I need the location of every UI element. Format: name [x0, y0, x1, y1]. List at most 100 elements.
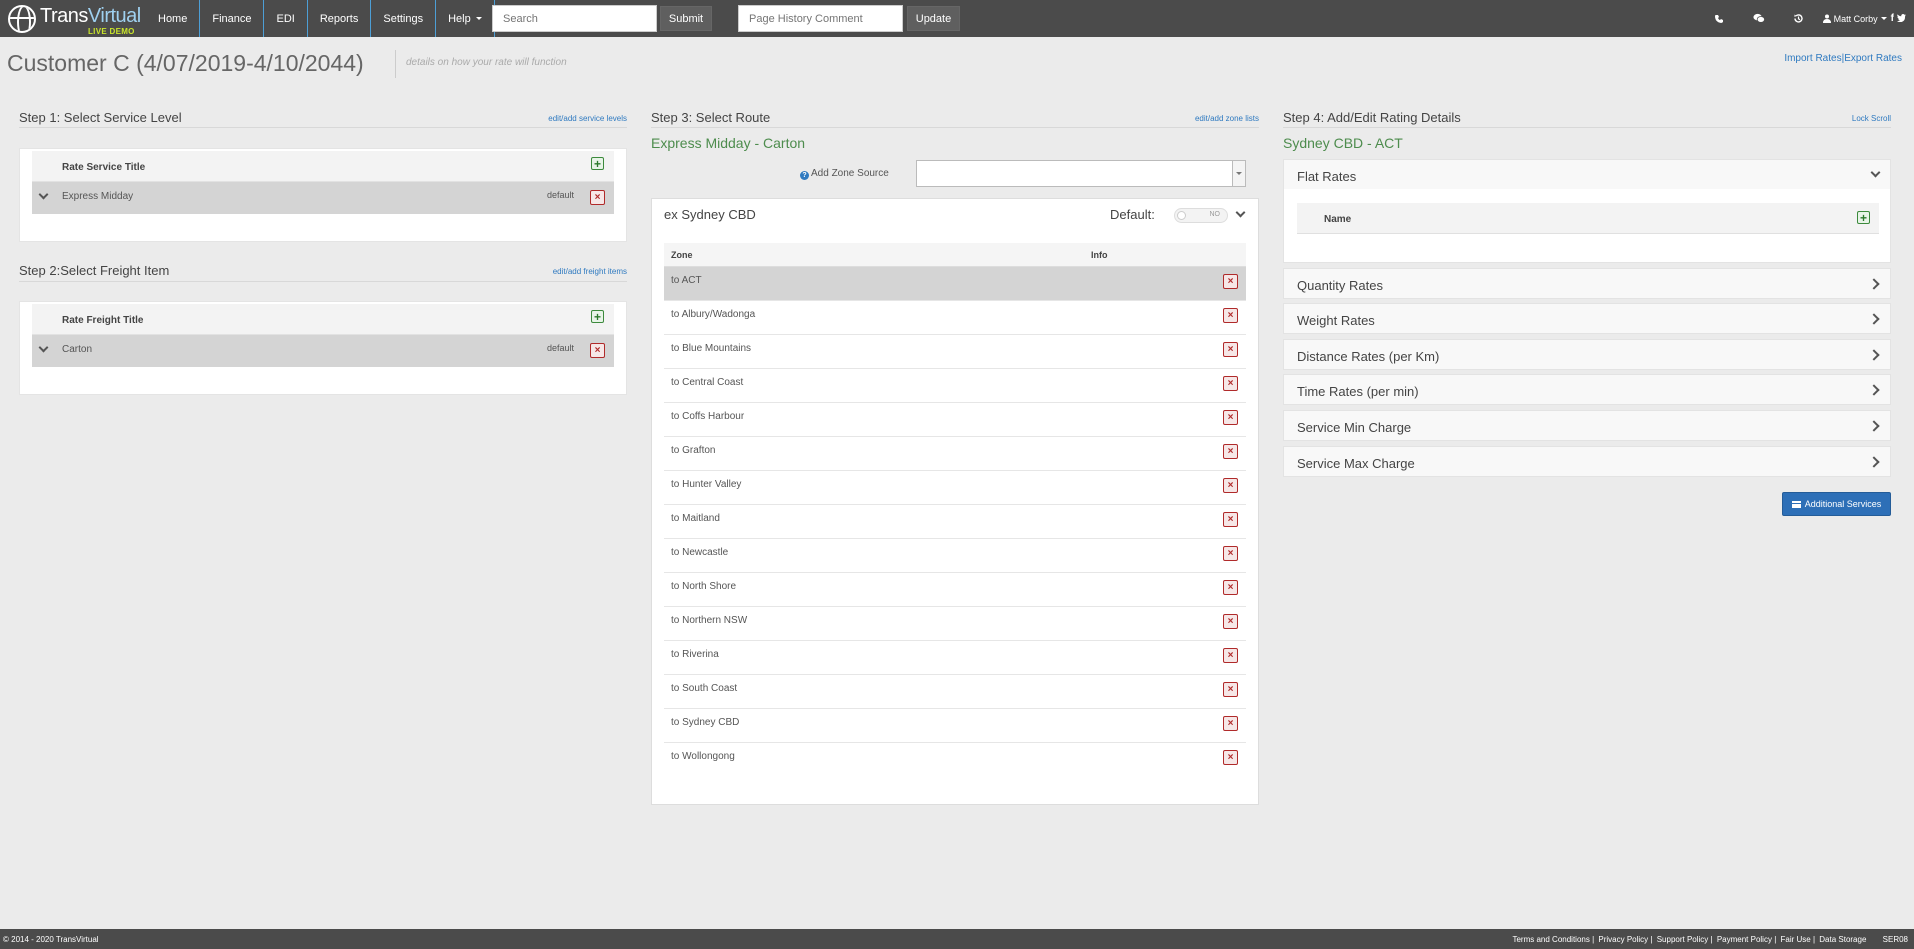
fair-use-link[interactable]: Fair Use	[1781, 935, 1811, 944]
logo-virtual-text: Virtual	[87, 5, 141, 27]
delete-zone-button[interactable]: ×	[1223, 580, 1238, 595]
default-toggle[interactable]: NO	[1174, 208, 1228, 223]
update-button[interactable]: Update	[907, 6, 960, 31]
delete-zone-button[interactable]: ×	[1223, 648, 1238, 663]
distance-rates-section[interactable]: Distance Rates (per Km)	[1283, 339, 1891, 370]
delete-service-button[interactable]: ×	[590, 190, 605, 205]
footer: © 2014 - 2020 TransVirtual Terms and Con…	[0, 929, 1914, 949]
delete-zone-button[interactable]: ×	[1223, 274, 1238, 289]
delete-zone-button[interactable]: ×	[1223, 614, 1238, 629]
info-column-header: Info	[1091, 250, 1108, 260]
add-service-button[interactable]: +	[591, 157, 604, 170]
chevron-right-icon[interactable]	[1868, 349, 1880, 361]
add-flat-rate-button[interactable]: +	[1857, 211, 1870, 224]
page-history-comment-input[interactable]	[738, 5, 903, 32]
step2-divider	[19, 281, 627, 282]
zone-row[interactable]: to ACT ×	[664, 267, 1246, 301]
chevron-down-icon[interactable]	[38, 189, 49, 200]
help-icon[interactable]: ?	[800, 171, 809, 180]
zone-row[interactable]: to Northern NSW ×	[664, 607, 1246, 641]
service-level-name: Express Midday	[62, 191, 134, 202]
delete-zone-button[interactable]: ×	[1223, 546, 1238, 561]
chat-icon[interactable]	[1753, 13, 1765, 25]
privacy-link[interactable]: Privacy Policy	[1598, 935, 1648, 944]
zone-row[interactable]: to Grafton ×	[664, 437, 1246, 471]
service-level-row[interactable]: Express Midday default ×	[32, 182, 614, 214]
nav-home[interactable]: Home	[146, 0, 199, 37]
delete-zone-button[interactable]: ×	[1223, 512, 1238, 527]
delete-zone-button[interactable]: ×	[1223, 682, 1238, 697]
edit-freight-items-link[interactable]: edit/add freight items	[500, 267, 627, 276]
edit-zone-lists-link[interactable]: edit/add zone lists	[1130, 114, 1259, 123]
delete-zone-button[interactable]: ×	[1223, 342, 1238, 357]
zone-row[interactable]: to Coffs Harbour ×	[664, 403, 1246, 437]
live-demo-label: LIVE DEMO	[88, 27, 135, 36]
export-rates-link[interactable]: Export Rates	[1844, 53, 1902, 64]
delete-zone-button[interactable]: ×	[1223, 376, 1238, 391]
chevron-down-icon[interactable]	[1870, 167, 1881, 178]
service-max-charge-section[interactable]: Service Max Charge	[1283, 446, 1891, 477]
payment-link[interactable]: Payment Policy	[1717, 935, 1772, 944]
zone-row[interactable]: to Newcastle ×	[664, 539, 1246, 573]
zone-row[interactable]: to Hunter Valley ×	[664, 471, 1246, 505]
chevron-right-icon[interactable]	[1868, 384, 1880, 396]
chevron-right-icon[interactable]	[1868, 278, 1880, 290]
nav-reports[interactable]: Reports	[306, 0, 371, 37]
zone-row[interactable]: to Blue Mountains ×	[664, 335, 1246, 369]
zone-source-select[interactable]	[916, 160, 1246, 187]
chevron-down-icon[interactable]	[38, 342, 49, 353]
phone-icon[interactable]	[1713, 13, 1725, 25]
add-freight-button[interactable]: +	[591, 310, 604, 323]
time-rates-section[interactable]: Time Rates (per min)	[1283, 374, 1891, 405]
zone-row[interactable]: to Albury/Wadonga ×	[664, 301, 1246, 335]
nav-settings[interactable]: Settings	[370, 0, 435, 37]
delete-freight-button[interactable]: ×	[590, 343, 605, 358]
history-icon[interactable]	[1793, 13, 1805, 25]
import-rates-link[interactable]: Import Rates	[1784, 53, 1841, 64]
zone-row[interactable]: to Sydney CBD ×	[664, 709, 1246, 743]
chevron-right-icon[interactable]	[1868, 420, 1880, 432]
server-id: SER08	[1882, 935, 1908, 944]
user-menu[interactable]: Matt Corby	[1822, 14, 1887, 24]
flat-rates-table-header: Name +	[1297, 203, 1879, 234]
chevron-right-icon[interactable]	[1868, 456, 1880, 468]
search-input[interactable]	[492, 5, 657, 32]
nav-edi[interactable]: EDI	[263, 0, 306, 37]
weight-rates-section[interactable]: Weight Rates	[1283, 303, 1891, 334]
toggle-state-text: NO	[1209, 211, 1221, 218]
service-min-charge-section[interactable]: Service Min Charge	[1283, 410, 1891, 441]
freight-item-row[interactable]: Carton default ×	[32, 335, 614, 367]
step3-divider	[651, 127, 1259, 128]
delete-zone-button[interactable]: ×	[1223, 750, 1238, 765]
zone-row[interactable]: to Central Coast ×	[664, 369, 1246, 403]
edit-service-levels-link[interactable]: edit/add service levels	[500, 114, 627, 123]
dropdown-arrow-icon[interactable]	[1232, 161, 1245, 186]
terms-link[interactable]: Terms and Conditions	[1512, 935, 1589, 944]
additional-services-button[interactable]: Additional Services	[1782, 492, 1891, 516]
chevron-down-icon[interactable]	[1235, 207, 1246, 218]
facebook-icon[interactable]: f	[1891, 13, 1894, 24]
zone-row[interactable]: to Riverina ×	[664, 641, 1246, 675]
delete-zone-button[interactable]: ×	[1223, 444, 1238, 459]
flat-rates-body: Name +	[1283, 189, 1891, 263]
delete-zone-button[interactable]: ×	[1223, 308, 1238, 323]
chevron-right-icon[interactable]	[1868, 313, 1880, 325]
quantity-rates-section[interactable]: Quantity Rates	[1283, 268, 1891, 299]
delete-zone-button[interactable]: ×	[1223, 410, 1238, 425]
nav-finance[interactable]: Finance	[199, 0, 263, 37]
delete-zone-button[interactable]: ×	[1223, 716, 1238, 731]
data-storage-link[interactable]: Data Storage	[1819, 935, 1866, 944]
delete-zone-button[interactable]: ×	[1223, 478, 1238, 493]
zone-row[interactable]: to South Coast ×	[664, 675, 1246, 709]
support-link[interactable]: Support Policy	[1657, 935, 1709, 944]
transvirtual-logo[interactable]: TransVirtual LIVE DEMO	[8, 5, 141, 36]
zone-row[interactable]: to North Shore ×	[664, 573, 1246, 607]
twitter-icon[interactable]	[1897, 13, 1906, 24]
zone-row[interactable]: to Wollongong ×	[664, 743, 1246, 777]
submit-button[interactable]: Submit	[660, 6, 712, 31]
lock-scroll-link[interactable]: Lock Scroll	[1791, 114, 1891, 123]
nav-help[interactable]: Help	[435, 0, 495, 37]
step3-title: Step 3: Select Route	[651, 110, 771, 125]
zone-row[interactable]: to Maitland ×	[664, 505, 1246, 539]
flat-rates-section[interactable]: Flat Rates	[1283, 159, 1891, 190]
